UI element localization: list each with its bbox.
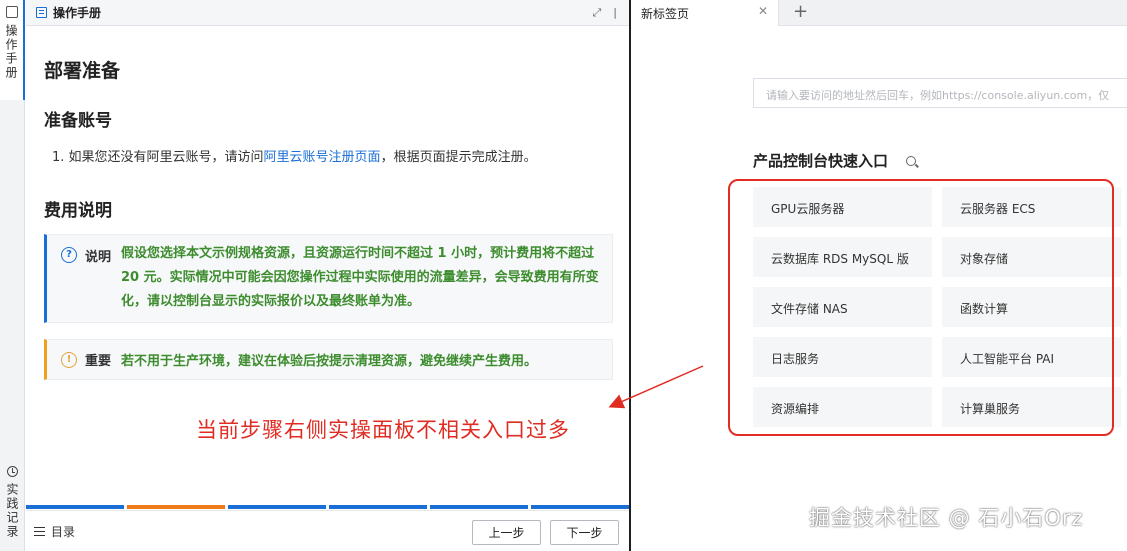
watermark: 掘金技术社区 @ 石小石Orz: [809, 506, 1084, 530]
rail-tab-label: 操作手册: [4, 24, 18, 80]
progress-segment: [228, 505, 326, 509]
search-icon[interactable]: [906, 155, 917, 166]
list-icon: [34, 527, 45, 536]
progress-segment: [430, 505, 528, 509]
step-item: 1. 如果您还没有阿里云账号，请访问阿里云账号注册页面，根据页面提示完成注册。: [52, 146, 537, 165]
next-step-button[interactable]: 下一步: [550, 520, 619, 545]
annotation-text: 当前步骤右侧实操面板不相关入口过多: [196, 418, 570, 442]
manual-header: 操作手册 ⤢ |: [26, 0, 629, 26]
left-rail: 操作手册 实践记录: [0, 0, 25, 551]
rail-tab-manual[interactable]: 操作手册: [0, 0, 25, 100]
prev-step-button[interactable]: 上一步: [472, 520, 541, 545]
add-tab-icon[interactable]: +: [793, 1, 808, 22]
screen: 操作手册 实践记录 操作手册 ⤢ | 部署准备 准备账号 1. 如果您还没有阿里…: [0, 0, 1127, 551]
history-icon: [7, 466, 18, 477]
section-title-text: 产品控制台快速入口: [753, 152, 889, 170]
close-icon[interactable]: ✕: [758, 4, 768, 18]
warning-icon: !: [61, 351, 77, 368]
progress-segment: [26, 505, 124, 509]
step-text-prefix: 1. 如果您还没有阿里云账号，请访问: [52, 150, 264, 165]
rail-records-label: 实践记录: [5, 483, 19, 539]
tab-bar: 新标签页 ✕ +: [633, 0, 1127, 26]
section-heading-cost: 费用说明: [44, 201, 112, 221]
note-label: 说明: [85, 250, 112, 265]
rail-tab-records[interactable]: 实践记录: [0, 466, 25, 539]
address-input[interactable]: 请输入要访问的地址然后回车，例如https://console.aliyun.c…: [753, 78, 1127, 108]
warning-callout: ! 重要 若不用于生产环境，建议在体验后按提示清理资源，避免继续产生费用。: [44, 339, 613, 380]
browser-panel: 新标签页 ✕ + 请输入要访问的地址然后回车，例如https://console…: [633, 0, 1127, 551]
page-title: 部署准备: [44, 60, 121, 82]
manual-title: 操作手册: [53, 6, 102, 20]
step-progress-bar: [26, 505, 629, 509]
step-text-suffix: ，根据页面提示完成注册。: [380, 150, 537, 165]
toc-label: 目录: [51, 525, 76, 539]
note-text: 假设您选择本文示例规格资源，且资源运行时间不超过 1 小时，预计费用将不超过 2…: [121, 246, 599, 309]
document-icon: [36, 7, 47, 18]
manual-panel: 操作手册 ⤢ | 部署准备 准备账号 1. 如果您还没有阿里云账号，请访问阿里云…: [26, 0, 631, 551]
progress-segment: [127, 505, 225, 509]
warning-text: 若不用于生产环境，建议在体验后按提示清理资源，避免继续产生费用。: [121, 354, 538, 369]
toc-button[interactable]: 目录: [34, 523, 75, 540]
note-callout: ? 说明 假设您选择本文示例规格资源，且资源运行时间不超过 1 小时，预计费用将…: [44, 234, 613, 323]
tab-new-page[interactable]: 新标签页 ✕: [633, 0, 779, 26]
warning-label: 重要: [85, 354, 112, 369]
progress-segment: [531, 505, 629, 509]
manual-icon: [5, 6, 18, 18]
manual-footer: 目录 上一步 下一步: [26, 510, 629, 551]
section-heading-account: 准备账号: [44, 111, 112, 131]
register-link[interactable]: 阿里云账号注册页面: [264, 150, 381, 165]
question-icon: ?: [61, 247, 77, 263]
progress-segment: [329, 505, 427, 509]
separator-icon: |: [613, 6, 617, 19]
highlight-box: [728, 179, 1114, 436]
section-title: 产品控制台快速入口: [753, 150, 917, 171]
tab-title: 新标签页: [641, 7, 690, 21]
expand-icon[interactable]: ⤢: [592, 6, 601, 20]
